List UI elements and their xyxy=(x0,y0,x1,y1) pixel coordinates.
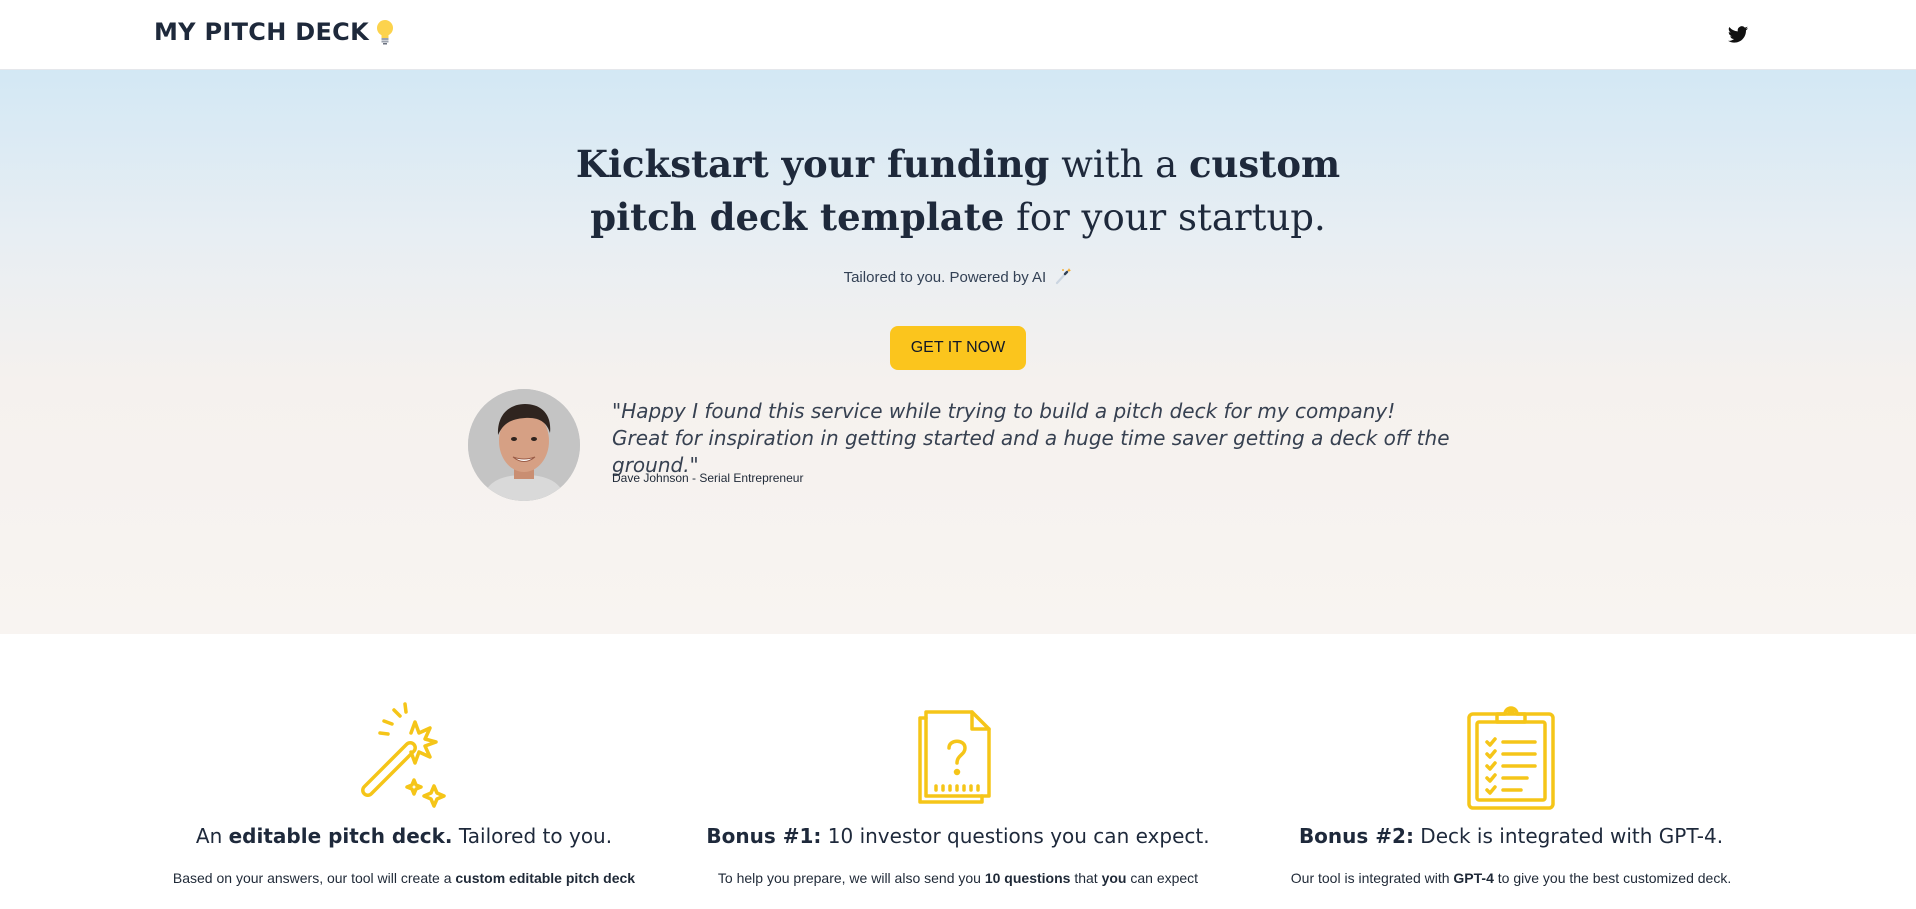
testimonial-quote: "Happy I found this service while trying… xyxy=(612,399,1450,477)
testimonial-avatar xyxy=(468,389,580,501)
clipboard-checklist-icon xyxy=(1467,706,1555,810)
hero-section: Kickstart your funding with a custom pit… xyxy=(0,70,1916,634)
magic-wand-icon xyxy=(361,702,446,808)
top-navbar: MY PITCH DECK xyxy=(0,0,1916,70)
headline-bold-2: custom xyxy=(1188,142,1341,186)
desc-post: to give you the best customized deck. xyxy=(1493,870,1732,886)
title-post: Tailored to you. xyxy=(452,824,613,848)
desc-pre: To help you prepare, we will also send y… xyxy=(717,870,985,886)
headline-bold-1: Kickstart your funding xyxy=(575,142,1050,186)
twitter-icon[interactable] xyxy=(1727,24,1749,46)
feature-title: Bonus #2: Deck is integrated with GPT-4. xyxy=(1251,824,1771,848)
feature-description: To help you prepare, we will also send y… xyxy=(698,870,1218,886)
desc-bold: GPT-4 xyxy=(1453,870,1494,886)
feature-title: An editable pitch deck. Tailored to you. xyxy=(144,824,664,848)
lightbulb-icon xyxy=(377,20,393,45)
feature-title: Bonus #1: 10 investor questions you can … xyxy=(698,824,1218,848)
desc-bold: custom editable pitch deck xyxy=(455,870,636,886)
desc-bold: 10 questions xyxy=(984,870,1071,886)
title-bold: Bonus #2: xyxy=(1298,824,1414,848)
question-document-icon xyxy=(918,710,991,804)
hero-tagline: Tailored to you. Powered by AI xyxy=(0,267,1916,286)
get-it-now-button[interactable]: GET IT NOW xyxy=(890,326,1026,370)
desc-bold-2: you xyxy=(1101,870,1127,886)
feature-description: Based on your answers, our tool will cre… xyxy=(144,870,664,886)
person-portrait xyxy=(468,389,580,501)
title-post: 10 investor questions you can expect. xyxy=(821,824,1210,848)
site-logo[interactable]: MY PITCH DECK xyxy=(154,18,395,46)
feature-gpt4: Bonus #2: Deck is integrated with GPT-4.… xyxy=(1251,700,1771,886)
hero-headline: Kickstart your funding with a custom pit… xyxy=(0,138,1916,244)
magic-wand-icon xyxy=(1056,268,1072,285)
title-post: Deck is integrated with GPT-4. xyxy=(1413,824,1724,848)
feature-investor-questions: Bonus #1: 10 investor questions you can … xyxy=(698,700,1218,886)
title-pre: An xyxy=(195,824,229,848)
desc-pre: Our tool is integrated with xyxy=(1290,870,1454,886)
desc-pre: Based on your answers, our tool will cre… xyxy=(172,870,456,886)
feature-description: Our tool is integrated with GPT-4 to giv… xyxy=(1251,870,1771,886)
title-bold: Bonus #1: xyxy=(706,824,822,848)
tagline-text: Tailored to you. Powered by AI xyxy=(843,269,1047,286)
desc-post: can expect xyxy=(1126,870,1199,886)
testimonial-author: Dave Johnson - Serial Entrepreneur xyxy=(612,471,804,485)
headline-bold-3: pitch deck template xyxy=(590,195,1005,239)
title-bold: editable pitch deck. xyxy=(228,824,453,848)
headline-regular-2: for your startup. xyxy=(1004,196,1326,239)
logo-text: MY PITCH DECK xyxy=(154,18,369,46)
headline-regular-1: with a xyxy=(1049,143,1189,186)
desc-mid: that xyxy=(1070,870,1102,886)
feature-editable-deck: An editable pitch deck. Tailored to you.… xyxy=(144,700,664,886)
